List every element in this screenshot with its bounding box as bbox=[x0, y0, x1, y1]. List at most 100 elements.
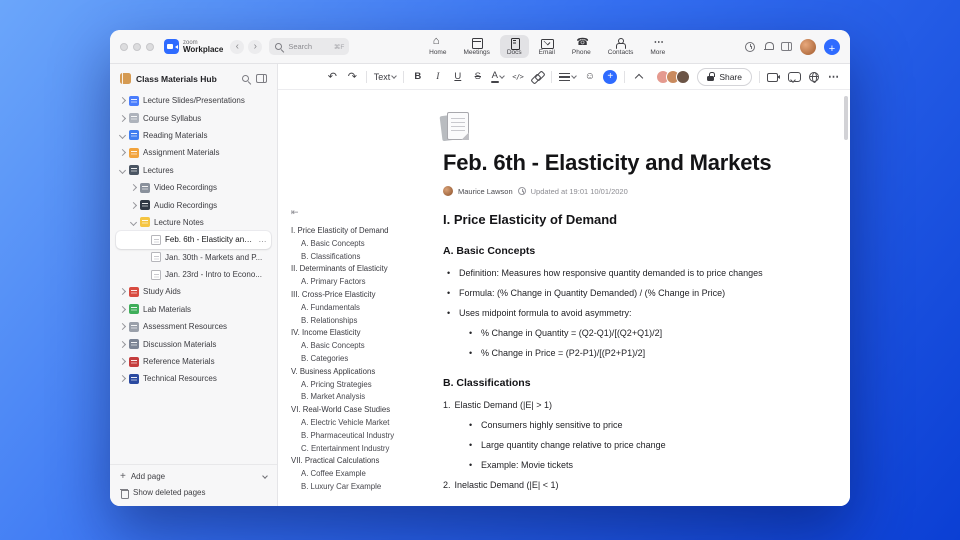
collapse-outline-icon[interactable] bbox=[291, 202, 299, 220]
tab-more[interactable]: More bbox=[643, 35, 672, 58]
sidebar-collapse-icon[interactable] bbox=[256, 74, 267, 83]
strikethrough-button[interactable]: S bbox=[471, 69, 484, 85]
italic-button[interactable]: I bbox=[431, 69, 444, 85]
outline-item[interactable]: A. Coffee Example bbox=[291, 468, 430, 481]
outline-item[interactable]: B. Market Analysis bbox=[291, 391, 430, 404]
outline-item[interactable]: VI. Real-World Case Studies bbox=[291, 404, 430, 417]
collapse-button[interactable] bbox=[632, 69, 645, 85]
outline-item[interactable]: A. Primary Factors bbox=[291, 276, 430, 289]
outline-item[interactable]: B. Classifications bbox=[291, 251, 430, 264]
outline-item[interactable]: V. Business Applications bbox=[291, 366, 430, 379]
minimize-window-button[interactable] bbox=[133, 42, 141, 51]
sidebar-item-lecture-slides[interactable]: Lecture Slides/Presentations bbox=[116, 92, 271, 109]
tab-docs[interactable]: Docs bbox=[499, 35, 529, 58]
show-deleted-pages-button[interactable]: Show deleted pages bbox=[120, 488, 267, 499]
sidebar-item-reading-materials[interactable]: Reading Materials bbox=[116, 127, 271, 144]
forward-button[interactable]: › bbox=[248, 39, 263, 54]
maximize-window-button[interactable] bbox=[146, 42, 154, 51]
chat-button[interactable] bbox=[787, 69, 801, 85]
list-button[interactable] bbox=[559, 69, 578, 85]
link-button[interactable] bbox=[531, 69, 544, 85]
sidebar-item-video-recordings[interactable]: Video Recordings bbox=[116, 179, 271, 196]
text-color-button[interactable]: A bbox=[490, 69, 505, 85]
chevron-right-icon[interactable] bbox=[118, 375, 127, 383]
sidebar-item-assessment-resources[interactable]: Assessment Resources bbox=[116, 318, 271, 335]
doc-bullet-item[interactable]: Definition: Measures how responsive quan… bbox=[443, 268, 794, 279]
doc-heading[interactable]: B. Classifications bbox=[443, 377, 794, 389]
doc-numbered-item[interactable]: 2. Inelastic Demand (|E| < 1) bbox=[443, 480, 794, 491]
outline-item[interactable]: C. Entertainment Industry bbox=[291, 443, 430, 456]
sidebar-item-reference-materials[interactable]: Reference Materials bbox=[116, 353, 271, 370]
outline-item[interactable]: A. Pricing Strategies bbox=[291, 379, 430, 392]
text-style-button[interactable]: Text bbox=[374, 69, 398, 85]
tab-email[interactable]: Email bbox=[532, 35, 562, 58]
notifications-icon[interactable] bbox=[763, 42, 774, 52]
outline-item[interactable]: B. Categories bbox=[291, 353, 430, 366]
doc-bullet-item[interactable]: % Change in Price = (P2-P1)/[(P2+P1)/2] bbox=[443, 348, 794, 359]
chevron-right-icon[interactable] bbox=[118, 149, 127, 157]
outline-item[interactable]: I. Price Elasticity of Demand bbox=[291, 225, 430, 238]
doc-bullet-item[interactable]: Example: Movie tickets bbox=[443, 460, 794, 471]
sidebar-item-audio-recordings[interactable]: Audio Recordings bbox=[116, 196, 271, 213]
chevron-down-icon[interactable] bbox=[129, 218, 138, 226]
sidebar-item-technical-resources[interactable]: Technical Resources bbox=[116, 370, 271, 387]
doc-bullet-item[interactable]: Large quantity change relative to price … bbox=[443, 440, 794, 451]
sidebar-item-lectures[interactable]: Lectures bbox=[116, 162, 271, 179]
outline-item[interactable]: A. Fundamentals bbox=[291, 302, 430, 315]
outline-item[interactable]: VII. Practical Calculations bbox=[291, 455, 430, 468]
outline-item[interactable]: B. Luxury Car Example bbox=[291, 481, 430, 494]
outline-item[interactable]: II. Determinants of Elasticity bbox=[291, 263, 430, 276]
chevron-down-icon[interactable] bbox=[262, 472, 268, 479]
tab-contacts[interactable]: Contacts bbox=[601, 35, 641, 58]
vertical-scrollbar[interactable] bbox=[844, 96, 848, 140]
chevron-right-icon[interactable] bbox=[118, 114, 127, 122]
outline-item[interactable]: III. Cross-Price Elasticity bbox=[291, 289, 430, 302]
insert-button[interactable] bbox=[603, 69, 618, 84]
emoji-button[interactable]: ☺ bbox=[583, 69, 596, 85]
doc-bullet-item[interactable]: Consumers highly sensitive to price bbox=[443, 420, 794, 431]
chevron-right-icon[interactable] bbox=[118, 358, 127, 366]
doc-bullet-item[interactable]: % Change in Quantity = (Q2-Q1)/[(Q2+Q1)/… bbox=[443, 328, 794, 339]
sidebar-item-lecture-notes[interactable]: Lecture Notes bbox=[116, 214, 271, 231]
tab-meetings[interactable]: Meetings bbox=[456, 35, 496, 58]
chevron-right-icon[interactable] bbox=[118, 323, 127, 331]
sidebar-item-discussion-materials[interactable]: Discussion Materials bbox=[116, 335, 271, 352]
doc-numbered-item[interactable]: 1. Elastic Demand (|E| > 1) bbox=[443, 400, 794, 411]
history-icon[interactable] bbox=[745, 41, 755, 52]
global-search-input[interactable]: Search ⌘F bbox=[269, 38, 350, 55]
sidebar-item-course-syllabus[interactable]: Course Syllabus bbox=[116, 109, 271, 126]
sidebar-item-assignment-materials[interactable]: Assignment Materials bbox=[116, 144, 271, 161]
chevron-right-icon[interactable] bbox=[118, 340, 127, 348]
doc-page-icon[interactable] bbox=[439, 112, 473, 142]
doc-title[interactable]: Feb. 6th - Elasticity and Markets bbox=[443, 150, 794, 176]
chevron-down-icon[interactable] bbox=[118, 131, 127, 140]
tab-home[interactable]: Home bbox=[422, 35, 453, 58]
doc-heading[interactable]: A. Basic Concepts bbox=[443, 245, 794, 257]
chevron-right-icon[interactable] bbox=[118, 288, 127, 296]
sidebar-item-feb-6-elasticity[interactable]: Feb. 6th - Elasticity and M... bbox=[116, 231, 271, 249]
underline-button[interactable]: U bbox=[451, 69, 464, 85]
doc-bullet-item[interactable]: Formula: (% Change in Quantity Demanded)… bbox=[443, 288, 794, 299]
chevron-right-icon[interactable] bbox=[129, 184, 138, 192]
sidebar-item-jan-30-markets[interactable]: Jan. 30th - Markets and P... bbox=[116, 249, 271, 266]
outline-item[interactable]: B. Pharmaceutical Industry bbox=[291, 430, 430, 443]
doc-bullet-item[interactable]: Uses midpoint formula to avoid asymmetry… bbox=[443, 308, 794, 319]
sidebar-item-study-aids[interactable]: Study Aids bbox=[116, 283, 271, 300]
profile-avatar[interactable] bbox=[800, 38, 816, 55]
close-window-button[interactable] bbox=[120, 42, 128, 51]
code-button[interactable]: </> bbox=[511, 69, 524, 85]
doc-heading[interactable]: I. Price Elasticity of Demand bbox=[443, 212, 794, 227]
new-plus-button[interactable] bbox=[824, 38, 840, 55]
sidebar-item-lab-materials[interactable]: Lab Materials bbox=[116, 301, 271, 318]
share-button[interactable]: Share bbox=[697, 67, 752, 86]
chevron-down-icon[interactable] bbox=[118, 166, 127, 174]
chevron-right-icon[interactable] bbox=[118, 305, 127, 313]
outline-item[interactable]: A. Basic Concepts bbox=[291, 340, 430, 353]
tab-phone[interactable]: Phone bbox=[565, 35, 598, 58]
redo-button[interactable]: ↷ bbox=[346, 69, 359, 85]
more-button[interactable]: ⋯ bbox=[827, 69, 840, 85]
outline-item[interactable]: A. Basic Concepts bbox=[291, 238, 430, 251]
panel-toggle-icon[interactable] bbox=[781, 42, 792, 51]
sidebar-search-icon[interactable] bbox=[241, 74, 251, 84]
outline-item[interactable]: A. Electric Vehicle Market bbox=[291, 417, 430, 430]
